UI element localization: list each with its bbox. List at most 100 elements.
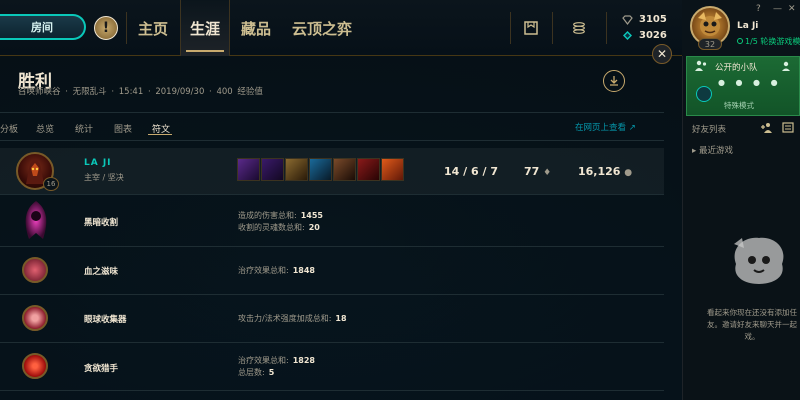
- player-gold-value: 16,126: [578, 165, 621, 178]
- rune-stat-line: 攻击力/法术强度加成总和: 18: [238, 313, 347, 324]
- player-kda: 14 / 6 / 7: [444, 165, 498, 178]
- divider: [0, 194, 664, 195]
- rune-stat-label: 治疗效果总和:: [238, 356, 289, 365]
- dark-harvest-icon: [19, 199, 53, 241]
- divider: [0, 342, 664, 343]
- match-date: 2019/09/30: [155, 87, 205, 97]
- player-row[interactable]: [0, 148, 664, 194]
- match-meta: 召唤师峡谷 · 无限乱斗 · 15:41 · 2019/09/30 · 400 …: [18, 87, 263, 97]
- room-button[interactable]: 房间: [0, 14, 86, 40]
- divider: [0, 390, 664, 391]
- store-icon[interactable]: [571, 20, 587, 36]
- rune-icon: [381, 158, 404, 181]
- room-button-label: 房间: [31, 21, 53, 34]
- blue-essence-balance: 3105: [622, 14, 667, 25]
- summoner-name: La Ji: [737, 21, 759, 31]
- player-name[interactable]: LA JI: [84, 158, 112, 168]
- subtab-stats[interactable]: 统计: [75, 122, 93, 135]
- add-friend-icon[interactable]: [760, 122, 774, 136]
- subtab-active-indicator: [148, 134, 172, 135]
- party-title: 公开的小队: [715, 63, 758, 73]
- tab-profile[interactable]: 生涯: [190, 18, 220, 39]
- match-duration: 15:41: [118, 87, 144, 97]
- rune-stat-value: 20: [308, 223, 320, 232]
- ravenous-hunter-icon: [22, 353, 48, 379]
- rune-icon: [357, 158, 380, 181]
- tab-home[interactable]: 主页: [138, 18, 168, 39]
- rune-name: 黑暗收割: [84, 218, 119, 228]
- champion-level: 16: [43, 177, 59, 191]
- divider: [0, 112, 664, 113]
- blue-essence-value: 3105: [639, 14, 667, 25]
- nav-separator: [510, 12, 511, 44]
- divider: [0, 246, 664, 247]
- player-cs: 77 ♦: [524, 165, 551, 178]
- match-detail-panel: [0, 56, 682, 400]
- nav-separator: [126, 12, 127, 44]
- rune-stat-label: 治疗效果总和:: [238, 266, 289, 275]
- subtab-scoreboard[interactable]: 分板: [0, 122, 18, 135]
- rune-stat-line: 收割的灵魂数总和: 20: [238, 222, 320, 233]
- gold-icon: ●: [624, 168, 633, 178]
- window-close-button[interactable]: ✕: [788, 4, 796, 14]
- rune-stat-label: 收割的灵魂数总和:: [238, 223, 305, 232]
- poro-icon: [728, 234, 790, 286]
- rune-name: 血之滋味: [84, 267, 119, 277]
- player-gold: 16,126 ●: [578, 165, 632, 178]
- keystone-rune-icon: [237, 158, 260, 181]
- rune-name: 眼球收集器: [84, 315, 127, 325]
- tab-collection[interactable]: 藏品: [241, 18, 271, 39]
- help-icon[interactable]: ?: [756, 4, 761, 14]
- subtab-overview[interactable]: 总览: [36, 122, 54, 135]
- empty-friends-message: 看起来你现在还没有添加任 友。邀请好友来聊天并一起 戏。: [702, 307, 800, 343]
- rune-icon: [333, 158, 356, 181]
- loot-icon[interactable]: [523, 20, 539, 36]
- match-xp: 400 经验值: [216, 87, 263, 97]
- rune-stat-value: 5: [268, 368, 275, 377]
- tab-tft[interactable]: 云顶之弈: [292, 18, 352, 39]
- rune-stat-value: 1848: [292, 266, 315, 275]
- nav-separator: [606, 12, 607, 44]
- status-indicator-icon: [737, 38, 743, 44]
- party-member-avatar: [696, 86, 712, 102]
- chevron-right-icon: ▸: [692, 146, 697, 156]
- player-rune-paths: 主宰 / 坚决: [84, 173, 124, 182]
- match-mode: 无限乱斗: [72, 87, 107, 97]
- riot-points-icon: [623, 31, 632, 40]
- summoner-level: 32: [698, 38, 722, 50]
- rune-stat-value: 1828: [292, 356, 315, 365]
- manage-friends-icon[interactable]: [782, 122, 794, 136]
- rune-icon: [261, 158, 284, 181]
- empty-friends-line: 友。邀请好友来聊天并一起: [707, 320, 797, 329]
- friend-group-recent[interactable]: ▸ 最近游戏: [692, 144, 733, 156]
- view-on-web-link[interactable]: 在网页上查看 ↗: [575, 121, 636, 133]
- empty-friends-line: 看起来你现在还没有添加任: [707, 308, 797, 317]
- party-mode: 特殊模式: [724, 101, 754, 110]
- taste-of-blood-icon: [22, 257, 48, 283]
- empty-friends-line: 戏。: [744, 332, 760, 341]
- download-icon[interactable]: [603, 70, 625, 92]
- minimize-button[interactable]: —: [773, 4, 782, 14]
- rune-stat-label: 攻击力/法术强度加成总和:: [238, 314, 332, 323]
- rune-stat-line: 治疗效果总和: 1848: [238, 265, 315, 276]
- friend-group-label: 最近游戏: [698, 146, 733, 156]
- friends-list-title: 好友列表: [692, 125, 727, 135]
- riot-points-balance: 3026: [622, 30, 667, 41]
- party-members-icon[interactable]: [780, 60, 792, 75]
- riot-points-value: 3026: [639, 30, 667, 41]
- rune-icon: [309, 158, 332, 181]
- minion-icon: ♦: [543, 168, 552, 178]
- divider: [0, 294, 664, 295]
- eyeball-collection-icon: [22, 305, 48, 331]
- alert-icon[interactable]: !: [94, 16, 118, 40]
- rune-stat-line: 造成的伤害总和: 1455: [238, 210, 323, 221]
- rune-stat-line: 治疗效果总和: 1828: [238, 355, 315, 366]
- subtab-graphs[interactable]: 图表: [114, 122, 132, 135]
- nav-active-indicator: [186, 50, 224, 52]
- match-map: 召唤师峡谷: [18, 87, 61, 97]
- party-slots: ● ● ● ●: [718, 78, 782, 87]
- rune-stat-line: 总层数: 5: [238, 367, 274, 378]
- rune-stat-value: 18: [335, 314, 347, 323]
- nav-separator: [552, 12, 553, 44]
- close-match-button[interactable]: ✕: [652, 44, 672, 64]
